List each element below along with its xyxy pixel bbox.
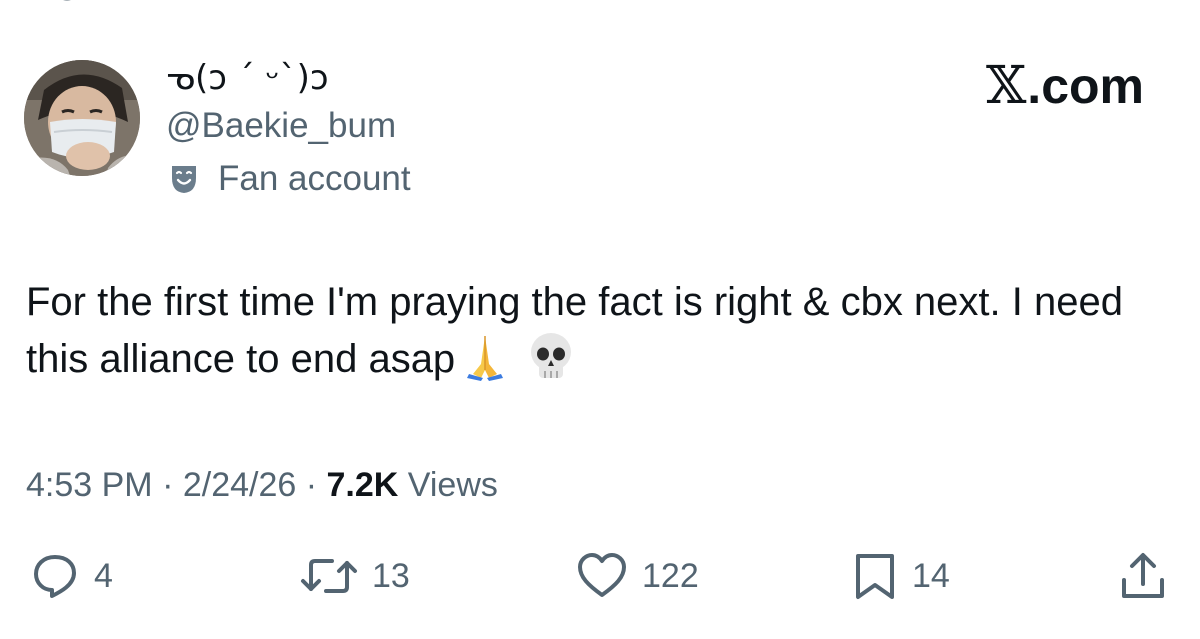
views-label: Views (398, 466, 498, 504)
theater-mask-icon (166, 161, 202, 197)
folded-hands-icon (467, 336, 504, 381)
x-logo-icon: 𝕏 (985, 56, 1027, 116)
site-brand-suffix: .com (1027, 58, 1144, 114)
bookmark-button[interactable]: 14 (852, 548, 950, 604)
account-label: Fan account (166, 156, 411, 202)
reply-count: 4 (94, 556, 113, 595)
retweet-button[interactable]: 13 (300, 548, 410, 604)
heart-icon (576, 551, 628, 601)
user-handle[interactable]: @Baekie_bum (166, 104, 396, 148)
tweet-meta: 4:53 PM · 2/24/26 · 7.2K Views (26, 462, 498, 508)
skull-icon (531, 333, 572, 378)
retweet-count: 13 (372, 556, 410, 595)
meta-separator: · (152, 466, 183, 504)
tweet-time[interactable]: 4:53 PM (26, 466, 153, 504)
like-count: 122 (642, 556, 699, 595)
display-name[interactable]: ᓀ(ɔ ´ ᵕ`)ɔ (166, 56, 329, 100)
reply-button[interactable]: 4 (30, 548, 113, 604)
bookmark-icon (852, 550, 898, 602)
tweet-date[interactable]: 2/24/26 (183, 466, 296, 504)
share-button[interactable] (1118, 548, 1168, 604)
views-count: 7.2K (326, 466, 399, 504)
like-button[interactable]: 122 (576, 548, 699, 604)
avatar[interactable] (24, 60, 140, 176)
account-label-text: Fan account (218, 159, 411, 198)
bookmark-count: 14 (912, 556, 950, 595)
site-brand: 𝕏 .com (986, 56, 1144, 116)
share-icon (1118, 550, 1168, 602)
reply-icon (30, 551, 80, 601)
tweet-body: For the first time I'm praying the fact … (26, 274, 1176, 387)
retweet-icon (300, 551, 358, 601)
partial-icon-top (63, 0, 71, 1)
meta-separator: · (296, 466, 327, 504)
